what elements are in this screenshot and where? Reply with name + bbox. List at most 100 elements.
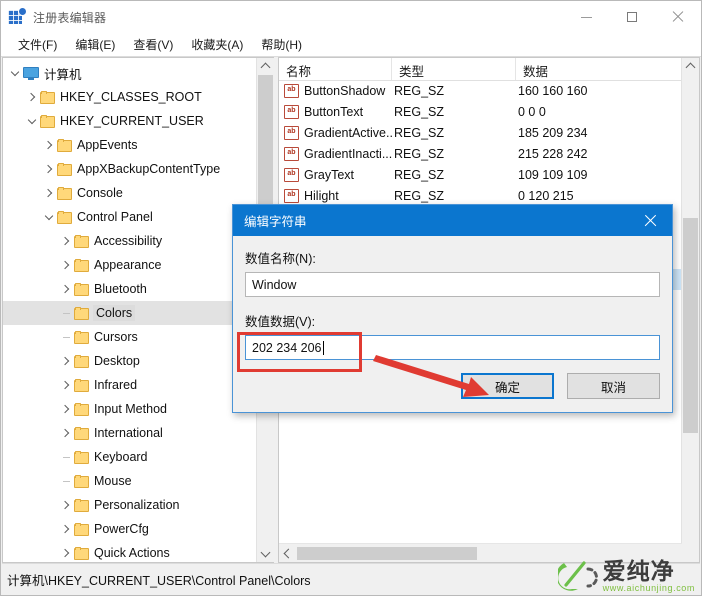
chevron-right-icon[interactable] <box>41 133 57 157</box>
chevron-right-icon[interactable] <box>41 181 57 205</box>
value-name-text: GradientActive... <box>304 125 392 140</box>
column-header-name[interactable]: 名称 <box>279 58 392 80</box>
string-value-icon: ab <box>284 83 299 98</box>
tree-scroll-up-button[interactable] <box>257 58 274 75</box>
table-row[interactable]: ab GradientInacti... REG_SZ 215 228 242 <box>279 143 682 164</box>
chevron-down-icon[interactable] <box>7 61 23 85</box>
tree-item-desktop[interactable]: Desktop <box>3 349 257 373</box>
chevron-right-icon[interactable] <box>58 397 74 421</box>
tree-item-label: Keyboard <box>94 450 148 464</box>
table-row[interactable]: ab ButtonShadow REG_SZ 160 160 160 <box>279 80 682 101</box>
close-icon <box>672 11 684 23</box>
tree-item-accessibility[interactable]: Accessibility <box>3 229 257 253</box>
tree-item-mouse[interactable]: Mouse <box>3 469 257 493</box>
title-bar: 注册表编辑器 <box>1 1 701 33</box>
tree-item--[interactable]: 计算机 <box>3 61 257 85</box>
list-vertical-scrollbar[interactable] <box>681 58 699 562</box>
chevron-right-icon[interactable] <box>58 421 74 445</box>
tree-item-label: Bluetooth <box>94 282 147 296</box>
column-header-data[interactable]: 数据 <box>516 58 699 80</box>
tree-item-appxbackupcontenttype[interactable]: AppXBackupContentType <box>3 157 257 181</box>
chevron-right-icon[interactable] <box>58 493 74 517</box>
menu-view[interactable]: 查看(V) <box>124 34 182 55</box>
chevron-right-icon[interactable] <box>58 277 74 301</box>
tree-item-input-method[interactable]: Input Method <box>3 397 257 421</box>
chevron-right-icon[interactable] <box>58 229 74 253</box>
cancel-button[interactable]: 取消 <box>567 373 660 399</box>
value-name-field[interactable]: Window <box>245 272 660 297</box>
cell-data: 0 0 0 <box>518 104 546 119</box>
chevron-right-icon[interactable] <box>58 517 74 541</box>
maximize-icon <box>627 12 637 22</box>
tree-line-icon <box>58 445 74 469</box>
tree-item-hkey-current-user[interactable]: HKEY_CURRENT_USER <box>3 109 257 133</box>
chevron-right-icon[interactable] <box>58 541 74 562</box>
chevron-right-icon[interactable] <box>58 253 74 277</box>
value-data-input[interactable]: 202 234 206 <box>245 335 660 360</box>
cell-type: REG_SZ <box>394 146 445 161</box>
table-row[interactable]: ab GradientActive... REG_SZ 185 209 234 <box>279 122 682 143</box>
dialog-close-button[interactable] <box>628 205 672 236</box>
window-title: 注册表编辑器 <box>33 10 107 25</box>
tree-item-international[interactable]: International <box>3 421 257 445</box>
chevron-down-icon[interactable] <box>24 109 40 133</box>
tree-item-cursors[interactable]: Cursors <box>3 325 257 349</box>
maximize-button[interactable] <box>609 1 655 33</box>
minimize-button[interactable] <box>563 1 609 33</box>
folder-icon <box>40 90 55 104</box>
menu-edit[interactable]: 编辑(E) <box>66 34 124 55</box>
cell-data: 185 209 234 <box>518 125 588 140</box>
table-row[interactable]: ab Hilight REG_SZ 0 120 215 <box>279 185 682 206</box>
folder-icon <box>74 234 89 248</box>
tree-item-label: International <box>94 426 163 440</box>
tree-item-label: Colors <box>93 305 136 321</box>
column-header-type[interactable]: 类型 <box>392 58 516 80</box>
tree-item-label: Control Panel <box>77 210 153 224</box>
tree-scroll-down-button[interactable] <box>257 545 274 562</box>
table-row[interactable]: ab ButtonText REG_SZ 0 0 0 <box>279 101 682 122</box>
tree-line-icon <box>58 325 74 349</box>
tree-item-label: 计算机 <box>44 67 82 82</box>
close-button[interactable] <box>655 1 701 33</box>
tree-item-bluetooth[interactable]: Bluetooth <box>3 277 257 301</box>
tree-item-appearance[interactable]: Appearance <box>3 253 257 277</box>
tree-item-powercfg[interactable]: PowerCfg <box>3 517 257 541</box>
edit-string-dialog: 编辑字符串 数值名称(N): Window 数值数据(V): 202 234 2… <box>232 204 673 413</box>
cell-type: REG_SZ <box>394 167 445 182</box>
dialog-buttons: 确定 取消 <box>461 373 660 399</box>
tree-item-control-panel[interactable]: Control Panel <box>3 205 257 229</box>
folder-icon <box>74 306 89 320</box>
tree-item-quick-actions[interactable]: Quick Actions <box>3 541 257 562</box>
chevron-down-icon[interactable] <box>41 205 57 229</box>
menu-favorites[interactable]: 收藏夹(A) <box>182 34 252 55</box>
cell-name: ab ButtonText <box>279 104 392 119</box>
list-scroll-up-button[interactable] <box>682 58 699 75</box>
chevron-right-icon[interactable] <box>58 373 74 397</box>
tree-item-appevents[interactable]: AppEvents <box>3 133 257 157</box>
chevron-right-icon[interactable] <box>41 157 57 181</box>
tree-item-hkey-classes-root[interactable]: HKEY_CLASSES_ROOT <box>3 85 257 109</box>
list-scroll-left-button[interactable] <box>279 545 296 562</box>
tree-item-label: Mouse <box>94 474 132 488</box>
ok-button[interactable]: 确定 <box>461 373 554 399</box>
chevron-right-icon[interactable] <box>24 85 40 109</box>
tree-item-label: Personalization <box>94 498 180 512</box>
folder-icon <box>74 330 89 344</box>
tree-item-personalization[interactable]: Personalization <box>3 493 257 517</box>
registry-tree[interactable]: 计算机 HKEY_CLASSES_ROOT HKEY_CURRENT_USER App… <box>3 58 257 562</box>
tree-item-keyboard[interactable]: Keyboard <box>3 445 257 469</box>
menu-help[interactable]: 帮助(H) <box>252 34 311 55</box>
list-scroll-thumb[interactable] <box>683 218 698 433</box>
tree-item-infrared[interactable]: Infrared <box>3 373 257 397</box>
chevron-right-icon[interactable] <box>58 349 74 373</box>
folder-icon <box>74 498 89 512</box>
dialog-body: 数值名称(N): Window 数值数据(V): 202 234 206 <box>233 236 672 360</box>
tree-item-console[interactable]: Console <box>3 181 257 205</box>
table-row[interactable]: ab GrayText REG_SZ 109 109 109 <box>279 164 682 185</box>
list-hscroll-thumb[interactable] <box>297 546 477 560</box>
tree-item-label: Infrared <box>94 378 138 392</box>
menu-file[interactable]: 文件(F) <box>9 34 66 55</box>
tree-item-colors[interactable]: Colors <box>3 301 257 325</box>
list-horizontal-scrollbar[interactable] <box>279 543 682 562</box>
minimize-icon <box>580 16 592 18</box>
